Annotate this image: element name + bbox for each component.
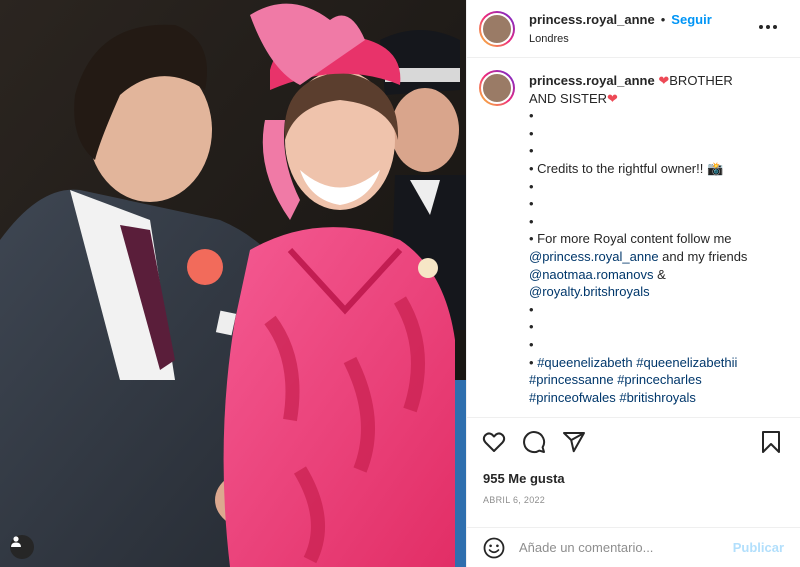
follow-button[interactable]: Seguir <box>671 12 711 27</box>
and-friends-text: and my friends <box>658 248 748 264</box>
hashtag-link[interactable]: #princecharles <box>617 372 702 387</box>
bullet-line: • <box>529 108 534 124</box>
avatar[interactable] <box>479 10 515 47</box>
username-link[interactable]: princess.royal_anne <box>529 12 655 27</box>
post-photo[interactable] <box>0 0 466 567</box>
post-dialog: princess.royal_anne • Seguir Londres pri… <box>0 0 800 567</box>
bookmark-icon[interactable] <box>758 429 784 455</box>
bullet-line: • <box>529 301 534 317</box>
caption-title-line-2: AND SISTER <box>529 90 608 106</box>
bullet: • <box>529 354 534 370</box>
hashtag-link[interactable]: #princessanne <box>529 372 614 387</box>
caption: princess.royal_anne ❤BROTHER AND SISTER❤… <box>479 70 788 406</box>
post-header: princess.royal_anne • Seguir Londres <box>467 0 800 58</box>
likes-count[interactable]: 955 Me gusta <box>467 465 800 491</box>
mention-link[interactable]: @princess.royal_anne <box>529 249 659 264</box>
publish-button[interactable]: Publicar <box>733 540 784 555</box>
share-icon[interactable] <box>561 429 587 455</box>
hashtag-link[interactable]: #queenelizabethii <box>636 355 737 370</box>
more-horizontal-icon[interactable] <box>758 14 778 35</box>
bullet-line: • <box>529 143 534 159</box>
comment-input[interactable] <box>519 540 719 555</box>
tagged-user-button[interactable] <box>10 535 34 559</box>
post-date: ABRIL 6, 2022 <box>483 495 546 505</box>
bullet-line: • <box>529 319 534 335</box>
avatar-image <box>481 72 513 104</box>
post-side-panel: princess.royal_anne • Seguir Londres pri… <box>466 0 800 567</box>
caption-text: princess.royal_anne ❤BROTHER AND SISTER❤… <box>529 70 779 406</box>
caption-title-line-1: BROTHER <box>669 73 733 88</box>
location-link[interactable]: Londres <box>529 33 712 45</box>
comment-icon[interactable] <box>521 429 547 455</box>
comments-area: princess.royal_anne ❤BROTHER AND SISTER❤… <box>467 58 800 417</box>
bullet-line: • <box>529 178 534 194</box>
bullet-line: • <box>529 213 534 229</box>
hashtag-link[interactable]: #queenelizabeth <box>537 355 632 370</box>
action-bar <box>467 417 800 465</box>
more-content-line: • For more Royal content follow me <box>529 231 732 247</box>
caption-username[interactable]: princess.royal_anne <box>529 73 655 88</box>
photo-illustration <box>0 0 466 567</box>
caption-avatar[interactable] <box>479 70 515 106</box>
bullet-line: • <box>529 125 534 141</box>
hashtag-link[interactable]: #princeofwales <box>529 390 616 405</box>
bullet-line: • <box>529 336 534 352</box>
header-user-line: princess.royal_anne • Seguir <box>529 12 712 27</box>
hashtag-link[interactable]: #britishroyals <box>619 390 696 405</box>
mention-link[interactable]: @royalty.britshroyals <box>529 284 650 299</box>
mention-link[interactable]: @naotmaa.romanovs <box>529 267 653 282</box>
heart-emoji: ❤ <box>607 90 618 106</box>
credits-line: • Credits to the rightful owner!! 📸 <box>529 160 724 176</box>
emoji-icon[interactable] <box>483 537 505 559</box>
heart-emoji: ❤ <box>658 73 670 88</box>
bullet-line: • <box>529 196 534 212</box>
separator-dot: • <box>660 12 666 27</box>
user-icon <box>11 536 21 547</box>
header-text: princess.royal_anne • Seguir Londres <box>529 12 712 45</box>
ampersand-text: & <box>653 266 666 282</box>
heart-icon[interactable] <box>481 429 507 455</box>
avatar-image <box>481 12 513 45</box>
add-comment-bar: Publicar <box>467 527 800 567</box>
